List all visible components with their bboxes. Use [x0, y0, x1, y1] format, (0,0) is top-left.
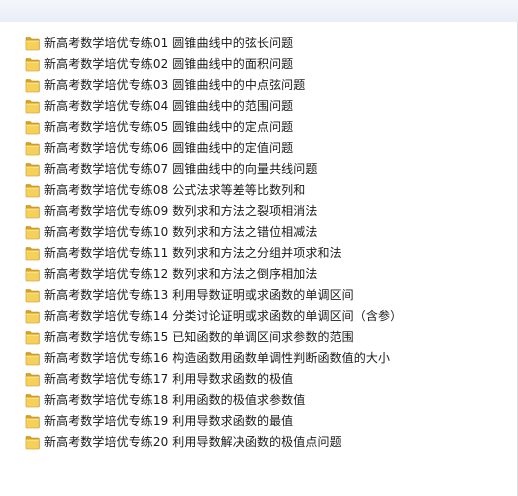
file-name: 新高考数学培优专练15 已知函数的单调区间求参数的范围	[44, 329, 354, 344]
file-name: 新高考数学培优专练09 数列求和方法之裂项相消法	[44, 203, 318, 218]
file-name: 新高考数学培优专练04 圆锥曲线中的范围问题	[44, 98, 294, 113]
file-name: 新高考数学培优专练03 圆锥曲线中的中点弦问题	[44, 77, 306, 92]
folder-icon	[25, 119, 40, 135]
file-row[interactable]: 新高考数学培优专练09 数列求和方法之裂项相消法	[22, 200, 402, 221]
folder-icon	[25, 350, 40, 366]
file-name: 新高考数学培优专练14 分类讨论证明或求函数的单调区间（含参）	[44, 308, 403, 323]
folder-icon	[25, 140, 40, 156]
file-row[interactable]: 新高考数学培优专练11 数列求和方法之分组并项求和法	[22, 242, 402, 263]
window-header-bar	[0, 0, 518, 23]
folder-icon	[25, 56, 40, 72]
file-row[interactable]: 新高考数学培优专练02 圆锥曲线中的面积问题	[22, 53, 402, 74]
file-name: 新高考数学培优专练05 圆锥曲线中的定点问题	[44, 119, 294, 134]
file-row[interactable]: 新高考数学培优专练16 构造函数用函数单调性判断函数值的大小	[22, 347, 402, 368]
file-row[interactable]: 新高考数学培优专练18 利用函数的极值求参数值	[22, 389, 402, 410]
file-row[interactable]: 新高考数学培优专练10 数列求和方法之错位相减法	[22, 221, 402, 242]
folder-icon	[25, 203, 40, 219]
file-row[interactable]: 新高考数学培优专练06 圆锥曲线中的定值问题	[22, 137, 402, 158]
file-name: 新高考数学培优专练11 数列求和方法之分组并项求和法	[44, 245, 342, 260]
folder-icon	[25, 77, 40, 93]
folder-icon	[25, 329, 40, 345]
file-name: 新高考数学培优专练07 圆锥曲线中的向量共线问题	[44, 161, 318, 176]
file-row[interactable]: 新高考数学培优专练01 圆锥曲线中的弦长问题	[22, 32, 402, 53]
file-row[interactable]: 新高考数学培优专练13 利用导数证明或求函数的单调区间	[22, 284, 402, 305]
file-name: 新高考数学培优专练10 数列求和方法之错位相减法	[44, 224, 318, 239]
folder-icon	[25, 182, 40, 198]
file-name: 新高考数学培优专练20 利用导数解决函数的极值点问题	[44, 434, 342, 449]
file-row[interactable]: 新高考数学培优专练05 圆锥曲线中的定点问题	[22, 116, 402, 137]
file-name: 新高考数学培优专练16 构造函数用函数单调性判断函数值的大小	[44, 350, 391, 365]
file-row[interactable]: 新高考数学培优专练19 利用导数求函数的最值	[22, 410, 402, 431]
file-name: 新高考数学培优专练18 利用函数的极值求参数值	[44, 392, 306, 407]
file-name: 新高考数学培优专练08 公式法求等差等比数列和	[44, 182, 306, 197]
file-row[interactable]: 新高考数学培优专练17 利用导数求函数的极值	[22, 368, 402, 389]
file-name: 新高考数学培优专练06 圆锥曲线中的定值问题	[44, 140, 294, 155]
file-row[interactable]: 新高考数学培优专练04 圆锥曲线中的范围问题	[22, 95, 402, 116]
file-row[interactable]: 新高考数学培优专练08 公式法求等差等比数列和	[22, 179, 402, 200]
file-row[interactable]: 新高考数学培优专练07 圆锥曲线中的向量共线问题	[22, 158, 402, 179]
folder-icon	[25, 161, 40, 177]
folder-icon	[25, 35, 40, 51]
file-name: 新高考数学培优专练01 圆锥曲线中的弦长问题	[44, 35, 294, 50]
folder-icon	[25, 98, 40, 114]
folder-icon	[25, 308, 40, 324]
folder-icon	[25, 224, 40, 240]
folder-icon	[25, 392, 40, 408]
file-name: 新高考数学培优专练13 利用导数证明或求函数的单调区间	[44, 287, 354, 302]
file-row[interactable]: 新高考数学培优专练14 分类讨论证明或求函数的单调区间（含参）	[22, 305, 402, 326]
file-name: 新高考数学培优专练17 利用导数求函数的极值	[44, 371, 294, 386]
folder-icon	[25, 434, 40, 450]
file-row[interactable]: 新高考数学培优专练15 已知函数的单调区间求参数的范围	[22, 326, 402, 347]
file-name: 新高考数学培优专练19 利用导数求函数的最值	[44, 413, 294, 428]
file-row[interactable]: 新高考数学培优专练20 利用导数解决函数的极值点问题	[22, 431, 402, 452]
folder-icon	[25, 245, 40, 261]
file-row[interactable]: 新高考数学培优专练12 数列求和方法之倒序相加法	[22, 263, 402, 284]
file-name: 新高考数学培优专练02 圆锥曲线中的面积问题	[44, 56, 294, 71]
folder-icon	[25, 266, 40, 282]
folder-icon	[25, 413, 40, 429]
file-name: 新高考数学培优专练12 数列求和方法之倒序相加法	[44, 266, 318, 281]
file-row[interactable]: 新高考数学培优专练03 圆锥曲线中的中点弦问题	[22, 74, 402, 95]
folder-icon	[25, 371, 40, 387]
file-list: 新高考数学培优专练01 圆锥曲线中的弦长问题 新高考数学培优专练02 圆锥曲线中…	[22, 32, 402, 452]
folder-icon	[25, 287, 40, 303]
